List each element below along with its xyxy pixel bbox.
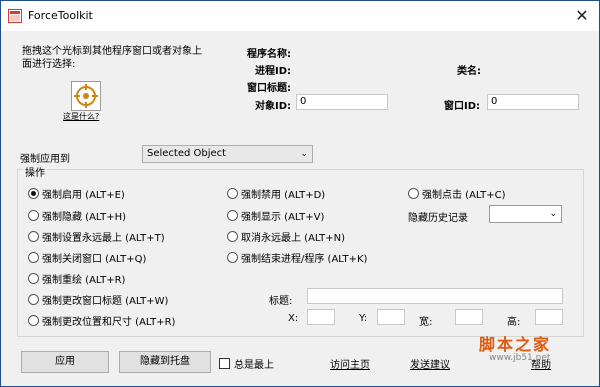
radio-indicator: [28, 210, 39, 221]
app-window: ForceToolkit ✕ 拖拽这个光标到其他程序窗口或者对象上面进行选择: …: [0, 0, 600, 387]
radio-label: 取消永远最上 (ALT+N): [241, 233, 345, 244]
chevron-down-icon: ⌄: [300, 149, 308, 159]
radio-indicator: [28, 315, 39, 326]
operations-title: 操作: [23, 164, 47, 179]
y-input[interactable]: [377, 309, 405, 325]
radio-label: 强制更改位置和尺寸 (ALT+R): [42, 317, 176, 328]
crosshair-finder-icon[interactable]: [71, 81, 101, 111]
radio-selected-indicator: [28, 188, 39, 199]
what-is-this-link[interactable]: 这是什么?: [63, 111, 99, 122]
homepage-link[interactable]: 访问主页: [330, 356, 370, 371]
radio-indicator: [408, 188, 419, 199]
radio-cancel-topmost[interactable]: 取消永远最上 (ALT+N): [227, 229, 345, 244]
radio-label: 强制点击 (ALT+C): [422, 190, 506, 201]
window-title-label: 窗口标题:: [247, 83, 291, 94]
radio-force-enable[interactable]: 强制启用 (ALT+E): [28, 186, 125, 201]
radio-indicator: [227, 188, 238, 199]
radio-change-position-size[interactable]: 强制更改位置和尺寸 (ALT+R): [28, 313, 175, 328]
height-label: 高:: [507, 317, 521, 328]
apply-button[interactable]: 应用: [21, 351, 109, 373]
title-label: 标题:: [269, 296, 293, 307]
class-name-label: 类名:: [457, 66, 481, 77]
x-input[interactable]: [307, 309, 335, 325]
radio-force-close[interactable]: 强制关闭窗口 (ALT+Q): [28, 250, 146, 265]
radio-label: 强制启用 (ALT+E): [42, 190, 125, 201]
apply-to-value: Selected Object: [147, 148, 227, 159]
close-button[interactable]: ✕: [571, 5, 593, 27]
radio-force-disable[interactable]: 强制禁用 (ALT+D): [227, 186, 325, 201]
program-name-label: 程序名称:: [247, 49, 291, 60]
radio-label: 强制隐藏 (ALT+H): [42, 212, 127, 223]
feedback-link[interactable]: 发送建议: [410, 356, 450, 371]
width-input[interactable]: [455, 309, 483, 325]
window-title: ForceToolkit: [28, 9, 93, 22]
window-id-label: 窗口ID:: [443, 101, 480, 112]
radio-indicator: [227, 252, 238, 263]
object-id-field[interactable]: 0: [296, 94, 388, 110]
app-icon: [8, 9, 22, 23]
checkbox-box: [219, 358, 230, 369]
object-id-label: 对象ID:: [254, 101, 291, 112]
chevron-down-icon: ⌄: [549, 209, 557, 219]
finder-instruction: 拖拽这个光标到其他程序窗口或者对象上面进行选择:: [22, 46, 202, 70]
hide-history-select[interactable]: ⌄: [489, 205, 562, 223]
radio-indicator: [28, 231, 39, 242]
radio-indicator: [227, 210, 238, 221]
y-label: Y:: [359, 313, 368, 324]
apply-to-select[interactable]: Selected Object ⌄: [142, 145, 313, 163]
hide-history-label: 隐藏历史记录: [408, 213, 468, 224]
radio-force-redraw[interactable]: 强制重绘 (ALT+R): [28, 271, 125, 286]
always-on-top-label: 总是最上: [234, 360, 274, 371]
radio-force-topmost[interactable]: 强制设置永远最上 (ALT+T): [28, 229, 165, 244]
radio-kill-process[interactable]: 强制结束进程/程序 (ALT+K): [227, 250, 367, 265]
height-input[interactable]: [535, 309, 563, 325]
radio-force-click[interactable]: 强制点击 (ALT+C): [408, 186, 506, 201]
radio-force-hide[interactable]: 强制隐藏 (ALT+H): [28, 208, 126, 223]
radio-label: 强制显示 (ALT+V): [241, 212, 325, 223]
apply-to-label: 强制应用到: [20, 154, 70, 165]
radio-force-show[interactable]: 强制显示 (ALT+V): [227, 208, 324, 223]
watermark-url: www.jb51.net: [489, 353, 551, 363]
radio-label: 强制禁用 (ALT+D): [241, 190, 326, 201]
radio-label: 强制设置永远最上 (ALT+T): [42, 233, 165, 244]
watermark-main: 脚本之家: [479, 335, 552, 354]
radio-label: 强制结束进程/程序 (ALT+K): [241, 254, 368, 265]
radio-indicator: [227, 231, 238, 242]
process-id-label: 进程ID:: [254, 66, 291, 77]
site-watermark: 脚本之家 www.jb51.net: [479, 331, 551, 363]
radio-label: 强制关闭窗口 (ALT+Q): [42, 254, 147, 265]
always-on-top-checkbox[interactable]: 总是最上: [219, 356, 274, 371]
radio-indicator: [28, 273, 39, 284]
title-bar[interactable]: ForceToolkit ✕: [1, 1, 599, 31]
radio-label: 强制重绘 (ALT+R): [42, 275, 126, 286]
hide-to-tray-button[interactable]: 隐藏到托盘: [119, 351, 211, 373]
x-label: X:: [288, 313, 299, 324]
radio-label: 强制更改窗口标题 (ALT+W): [42, 296, 169, 307]
radio-indicator: [28, 252, 39, 263]
radio-indicator: [28, 294, 39, 305]
title-input[interactable]: [307, 288, 563, 304]
radio-change-title[interactable]: 强制更改窗口标题 (ALT+W): [28, 292, 168, 307]
window-id-field[interactable]: 0: [487, 94, 579, 110]
width-label: 宽:: [419, 317, 433, 328]
